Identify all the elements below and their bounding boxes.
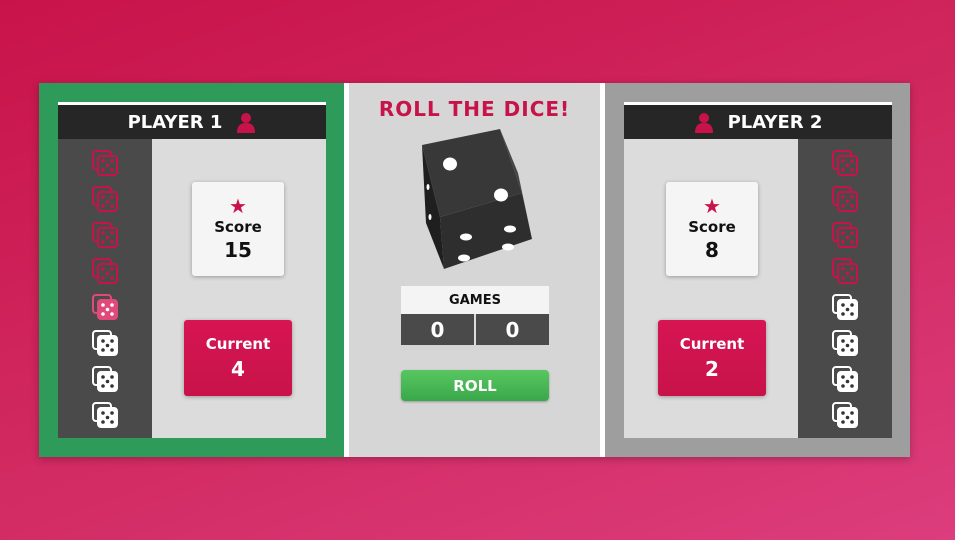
die-icon — [832, 222, 858, 248]
player-1-score-value: 15 — [224, 238, 252, 262]
player-1-header: PLAYER 1 — [58, 102, 326, 139]
games-score-player-2: 0 — [474, 314, 549, 345]
person-icon — [694, 113, 713, 133]
die-icon — [832, 258, 858, 284]
die-icon — [832, 366, 858, 392]
player-1-name: PLAYER 1 — [127, 111, 223, 133]
die-icon — [92, 222, 118, 248]
roll-button[interactable]: ROLL — [401, 370, 549, 401]
roll-title: ROLL THE DICE! — [378, 97, 571, 121]
die-icon — [832, 186, 858, 212]
player-2-current-value: 2 — [705, 357, 719, 381]
die-icon — [92, 294, 118, 320]
die-icon — [832, 294, 858, 320]
player-1-score-card: ★ Score 15 — [192, 182, 284, 276]
player-1-current-value: 4 — [231, 357, 245, 381]
player-1-panel: PLAYER 1 ★ Score 15 Current 4 — [39, 83, 344, 457]
die-icon — [92, 186, 118, 212]
star-icon: ★ — [229, 194, 247, 218]
player-2-inner: PLAYER 2 ★ Score 8 Current 2 — [624, 102, 892, 438]
player-1-dice-column — [58, 139, 152, 438]
player-2-score-label: Score — [688, 218, 736, 236]
die-icon — [92, 366, 118, 392]
player-1-score-label: Score — [214, 218, 262, 236]
die-icon — [92, 150, 118, 176]
games-score-player-1: 0 — [401, 314, 474, 345]
die-icon — [832, 402, 858, 428]
player-2-current-label: Current — [679, 335, 745, 353]
person-icon — [237, 113, 256, 133]
player-1-current-card: Current 4 — [184, 320, 292, 396]
die-icon — [832, 150, 858, 176]
die-icon — [92, 402, 118, 428]
player-2-name: PLAYER 2 — [727, 111, 823, 133]
die-icon — [92, 330, 118, 356]
die-icon — [832, 330, 858, 356]
player-2-header: PLAYER 2 — [624, 102, 892, 139]
player-2-dice-column — [798, 139, 892, 438]
games-scores: 0 0 — [401, 314, 549, 345]
games-counter: GAMES 0 0 — [401, 286, 549, 346]
player-2-score-value: 8 — [705, 238, 719, 262]
player-2-panel: PLAYER 2 ★ Score 8 Current 2 — [605, 83, 910, 457]
player-2-score-card: ★ Score 8 — [666, 182, 758, 276]
games-label: GAMES — [401, 286, 549, 314]
die-icon — [92, 258, 118, 284]
player-1-inner: PLAYER 1 ★ Score 15 Current 4 — [58, 102, 326, 438]
big-die-icon[interactable] — [414, 127, 538, 273]
star-icon: ★ — [703, 194, 721, 218]
player-1-current-label: Current — [205, 335, 271, 353]
player-2-current-card: Current 2 — [658, 320, 766, 396]
center-panel: ROLL THE DICE! GAMES 0 0 ROLL — [349, 83, 600, 457]
game-board: PLAYER 1 ★ Score 15 Current 4 ROLL THE D… — [39, 83, 910, 457]
